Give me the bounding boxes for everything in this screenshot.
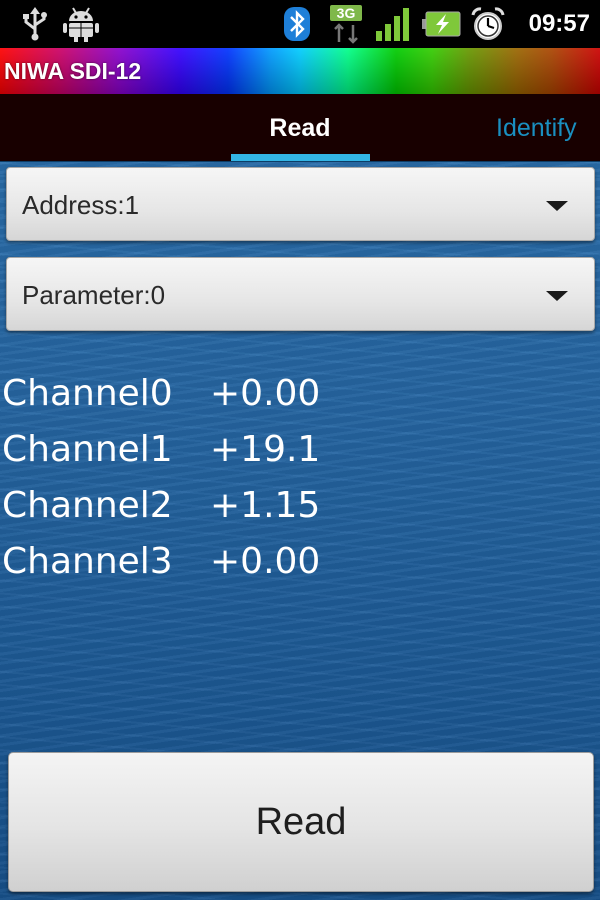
battery-charging-icon — [422, 6, 462, 42]
tab-bar: Read Identify — [0, 94, 600, 163]
channel-value: +1.15 — [210, 485, 321, 526]
parameter-spinner-value: Parameter:0 — [22, 280, 166, 310]
address-spinner-value: Address:1 — [22, 190, 140, 220]
channel-name: Channel3 — [2, 541, 173, 582]
parameter-spinner[interactable]: Parameter:0 — [6, 257, 595, 331]
channel-name: Channel1 — [2, 429, 173, 470]
app-title: NIWA SDI-12 — [4, 58, 142, 84]
android-debug-icon — [60, 6, 102, 42]
alarm-clock-icon — [468, 6, 508, 42]
address-spinner[interactable]: Address:1 — [6, 167, 595, 241]
usb-icon — [16, 6, 54, 42]
channel-value: +19.1 — [210, 429, 321, 470]
status-bar: 3G 09:57 — [0, 0, 600, 48]
channel-value: +0.00 — [210, 373, 321, 414]
channel-name: Channel0 — [2, 373, 173, 414]
network-type-label: 3G — [337, 5, 356, 21]
channel-row: Channel1 +19.1 — [2, 422, 402, 478]
dropdown-arrow-icon — [546, 291, 568, 301]
channel-row: Channel0 +0.00 — [2, 366, 402, 422]
read-button[interactable]: Read — [8, 752, 594, 892]
tab-identify[interactable]: Identify — [490, 94, 600, 162]
channel-value: +0.00 — [210, 541, 321, 582]
channel-name: Channel2 — [2, 485, 173, 526]
dropdown-arrow-icon — [546, 201, 568, 211]
3g-data-icon: 3G — [326, 5, 366, 44]
bluetooth-icon — [280, 6, 314, 42]
tab-read[interactable]: Read — [230, 94, 370, 162]
tab-selected-indicator — [231, 154, 370, 161]
app-title-bar: NIWA SDI-12 — [0, 48, 600, 94]
status-bar-clock: 09:57 — [528, 10, 590, 37]
channel-row: Channel2 +1.15 — [2, 478, 402, 534]
channel-row: Channel3 +0.00 — [2, 534, 402, 590]
signal-strength-icon — [374, 6, 414, 42]
